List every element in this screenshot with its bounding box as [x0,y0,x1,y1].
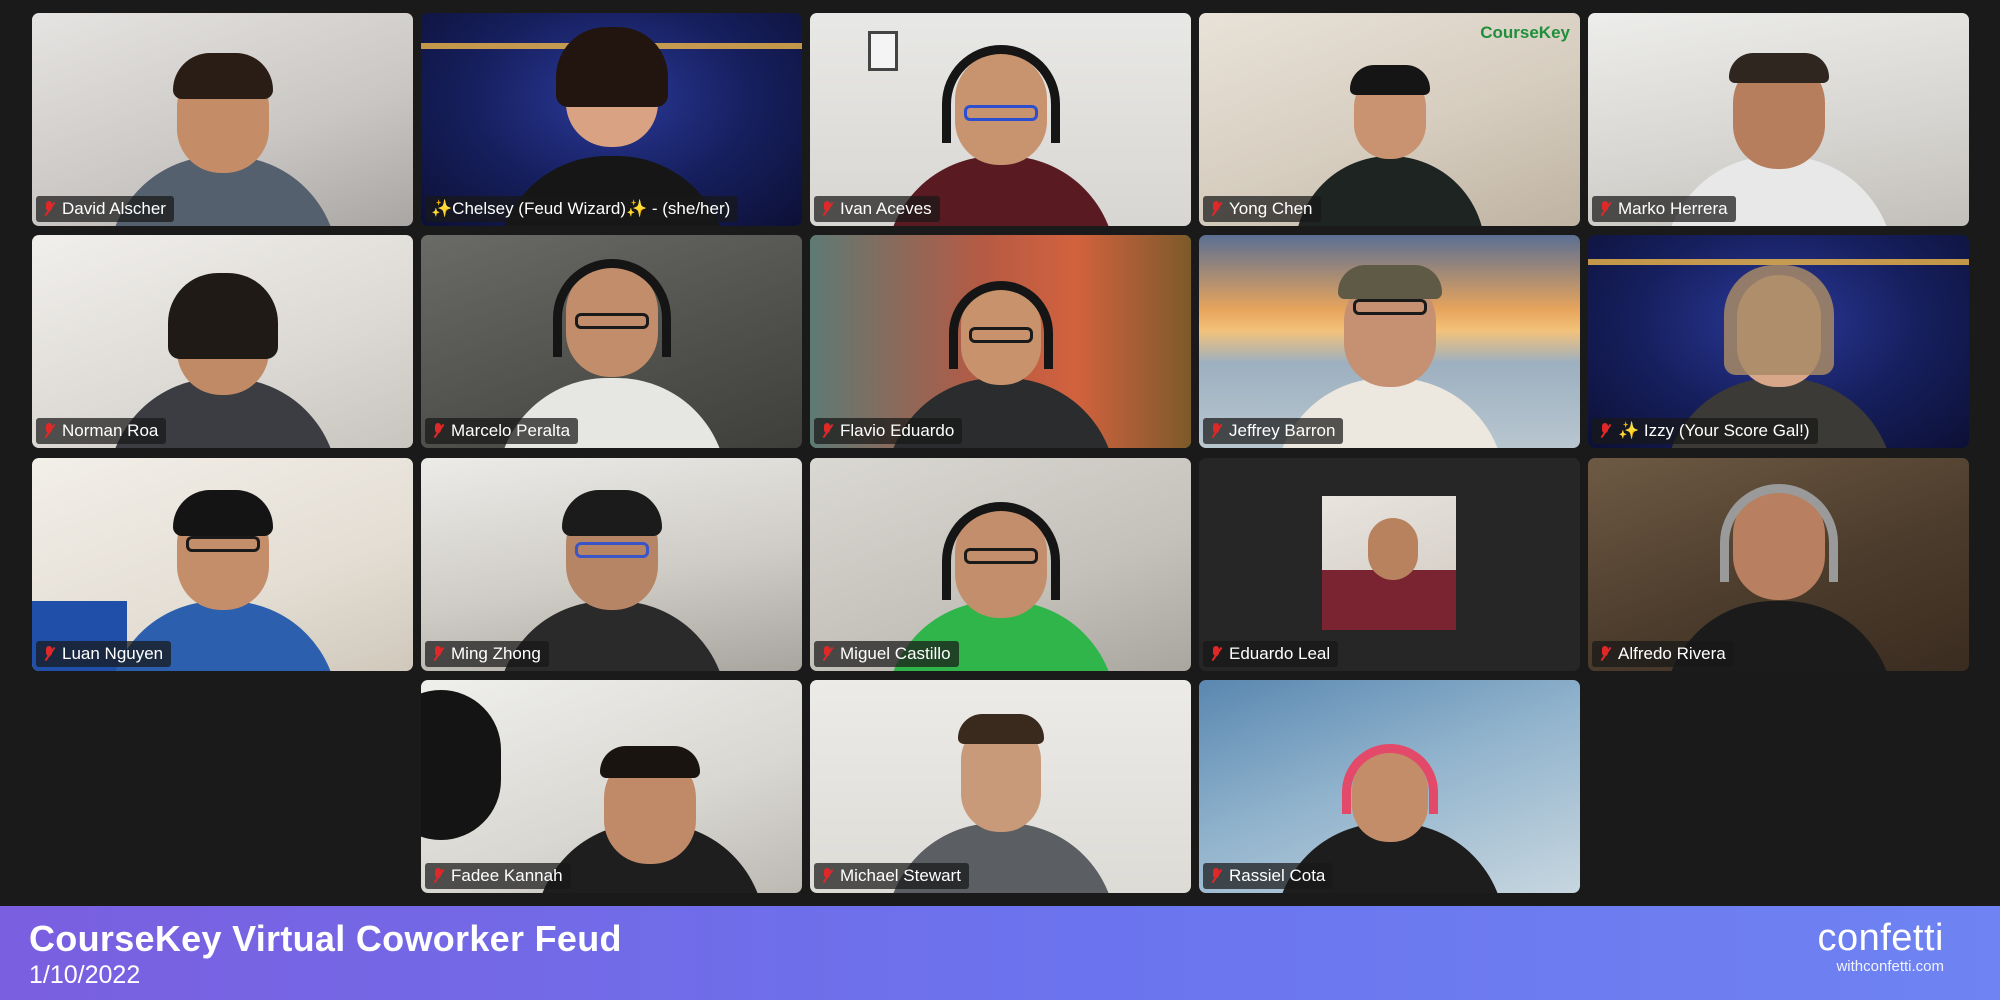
participant-tile-rassiel-cota[interactable]: Rassiel Cota [1199,680,1580,893]
brand-url: withconfetti.com [1836,958,1944,975]
muted-mic-icon [42,646,56,662]
glasses-icon [574,313,649,329]
profile-picture [1322,496,1456,630]
brand-name: confetti [1817,917,1944,959]
participant-name: Rassiel Cota [1229,866,1326,885]
participant-tile-luan-nguyen[interactable]: Luan Nguyen [32,458,413,671]
participant-name: Jeffrey Barron [1229,421,1336,440]
participant-name: Michael Stewart [840,866,961,885]
name-tag: Michael Stewart [814,863,969,889]
name-tag: Miguel Castillo [814,641,959,667]
participant-tile-flavio-eduardo[interactable]: Flavio Eduardo [810,235,1191,448]
name-tag: Marko Herrera [1592,196,1736,222]
muted-mic-icon [1598,423,1612,439]
name-tag: Rassiel Cota [1203,863,1334,889]
muted-mic-icon [1598,201,1612,217]
name-tag: Ivan Aceves [814,196,940,222]
event-date: 1/10/2022 [29,961,141,989]
event-title: CourseKey Virtual Coworker Feud [29,918,622,959]
name-tag: Eduardo Leal [1203,641,1339,667]
participant-tile-jeffrey-barron[interactable]: Jeffrey Barron [1199,235,1580,448]
muted-mic-icon [1209,646,1223,662]
muted-mic-icon [431,423,445,439]
participant-name: Fadee Kannah [451,866,563,885]
muted-mic-icon [820,868,834,884]
muted-mic-icon [42,423,56,439]
name-tag: Jeffrey Barron [1203,418,1344,444]
person-hair [1728,53,1829,83]
muted-mic-icon [431,868,445,884]
muted-mic-icon [431,646,445,662]
participant-name: Marcelo Peralta [451,421,571,440]
muted-mic-icon [1209,201,1223,217]
participant-name: Alfredo Rivera [1618,644,1726,663]
cap-icon [1337,265,1442,299]
muted-mic-icon [820,646,834,662]
muted-mic-icon [1209,423,1223,439]
person-hair [555,27,668,107]
glasses-icon [185,536,260,552]
participant-tile-yong-chen[interactable]: CourseKey Yong Chen [1199,13,1580,226]
person-hair [1723,265,1834,375]
participant-tile-izzy[interactable]: ✨ Izzy (Your Score Gal!) [1588,235,1969,448]
muted-mic-icon [820,423,834,439]
name-tag: David Alscher [36,196,174,222]
participant-tile-eduardo-leal[interactable]: Eduardo Leal [1199,458,1580,671]
glasses-icon [1352,299,1427,315]
name-tag: Flavio Eduardo [814,418,963,444]
name-tag: Luan Nguyen [36,641,172,667]
muted-mic-icon [42,201,56,217]
muted-mic-icon [1209,868,1223,884]
participant-name: ✨Chelsey (Feud Wizard)✨ - (she/her) [431,199,731,218]
participant-tile-chelsey[interactable]: ✨Chelsey (Feud Wizard)✨ - (she/her) [421,13,802,226]
participant-tile-fadee-kannah[interactable]: Fadee Kannah [421,680,802,893]
wall-frame [868,31,898,71]
participant-name: Luan Nguyen [62,644,164,663]
participant-tile-alfredo-rivera[interactable]: Alfredo Rivera [1588,458,1969,671]
participant-tile-norman-roa[interactable]: Norman Roa [32,235,413,448]
person-hair [172,490,273,536]
participant-tile-david-alscher[interactable]: David Alscher [32,13,413,226]
participant-name: Ivan Aceves [840,199,932,218]
person-hair [561,490,662,536]
video-grid: David Alscher ✨Chelsey (Feud Wizard)✨ - … [0,0,2000,906]
participant-name: Norman Roa [62,421,159,440]
name-tag: Fadee Kannah [425,863,571,889]
name-tag: ✨ Izzy (Your Score Gal!) [1592,418,1818,444]
participant-tile-marcelo-peralta[interactable]: Marcelo Peralta [421,235,802,448]
participant-tile-michael-stewart[interactable]: Michael Stewart [810,680,1191,893]
person-hair [599,746,700,778]
participant-name: David Alscher [62,199,166,218]
participant-name: Miguel Castillo [840,644,951,663]
person-hair [172,53,273,99]
name-tag: Yong Chen [1203,196,1321,222]
name-tag: ✨Chelsey (Feud Wizard)✨ - (she/her) [425,196,739,222]
muted-mic-icon [820,201,834,217]
participant-name: Eduardo Leal [1229,644,1331,663]
participant-tile-ming-zhong[interactable]: Ming Zhong [421,458,802,671]
glasses-icon [968,327,1033,343]
participant-name: Marko Herrera [1618,199,1728,218]
participant-name: Flavio Eduardo [840,421,955,440]
participant-tile-miguel-castillo[interactable]: Miguel Castillo [810,458,1191,671]
glasses-icon [574,542,649,558]
participant-name: Ming Zhong [451,644,541,663]
participant-tile-marko-herrera[interactable]: Marko Herrera [1588,13,1969,226]
person-hair [957,714,1044,744]
name-tag: Ming Zhong [425,641,549,667]
person-hair [167,273,278,359]
participant-name: Yong Chen [1229,199,1313,218]
participant-name: ✨ Izzy (Your Score Gal!) [1618,421,1810,440]
name-tag: Alfredo Rivera [1592,641,1734,667]
background-brand-logo: CourseKey [1480,23,1570,42]
event-banner: CourseKey Virtual Coworker Feud 1/10/202… [0,906,2000,1000]
muted-mic-icon [1598,646,1612,662]
name-tag: Marcelo Peralta [425,418,579,444]
confetti-logo: confetti withconfetti.com [1817,918,1944,976]
glasses-icon [963,105,1038,121]
glasses-icon [963,548,1038,564]
person-hair [1349,65,1430,95]
name-tag: Norman Roa [36,418,167,444]
participant-tile-ivan-aceves[interactable]: Ivan Aceves [810,13,1191,226]
